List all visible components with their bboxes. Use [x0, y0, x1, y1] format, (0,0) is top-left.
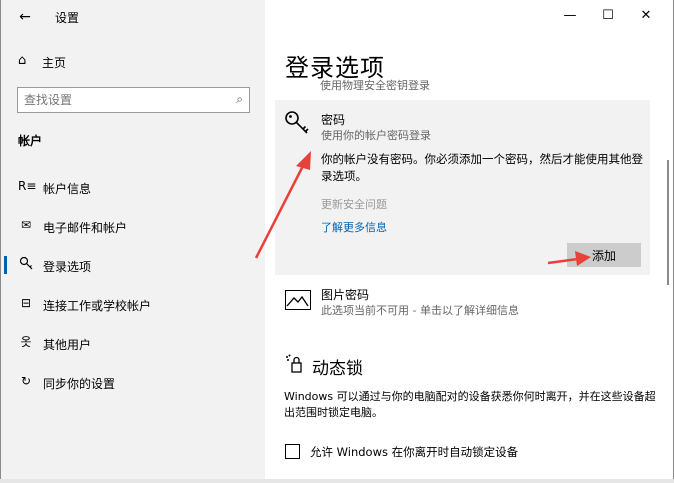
- back-button[interactable]: ←: [13, 6, 37, 28]
- dynamic-lock-description: Windows 可以通过与你的电脑配对的设备获悉你何时离开，并在这些设备超出范围…: [284, 390, 656, 419]
- window-controls: — ☐ ✕: [555, 4, 665, 28]
- picture-password-description: 此选项当前不可用 - 单击以了解详细信息: [321, 304, 519, 317]
- home-icon: ⌂: [18, 53, 27, 68]
- password-title: 密码: [321, 113, 346, 127]
- briefcase-icon: ⊟: [20, 296, 32, 310]
- scrollbar[interactable]: [667, 160, 669, 285]
- sidebar-item-label: 连接工作或学校帐户: [43, 299, 152, 313]
- sidebar-item-work-school[interactable]: ⊟ 连接工作或学校帐户: [1, 289, 265, 319]
- sidebar-item-sync-settings[interactable]: ↻ 同步你的设置: [1, 367, 265, 397]
- picture-icon: [285, 290, 311, 310]
- dynamic-lock-icon: [285, 354, 305, 378]
- search-input[interactable]: [24, 91, 214, 109]
- app-title: 设置: [55, 11, 80, 25]
- auto-lock-checkbox[interactable]: [285, 444, 300, 459]
- sidebar-item-label: 登录选项: [43, 260, 92, 274]
- update-security-questions-link: 更新安全问题: [321, 198, 387, 211]
- auto-lock-checkbox-label[interactable]: 允许 Windows 在你离开时自动锁定设备: [310, 444, 518, 460]
- nav-home[interactable]: ⌂ 主页: [1, 48, 265, 76]
- password-panel[interactable]: 密码 使用你的帐户密码登录 你的帐户没有密码。你必须添加一个密码，然后才能使用其…: [275, 100, 650, 275]
- maximize-button[interactable]: ☐: [593, 4, 623, 28]
- dynamic-lock-title: 动态锁: [312, 359, 363, 379]
- password-description: 使用你的帐户密码登录: [321, 129, 431, 142]
- sidebar-item-label: 其他用户: [43, 338, 92, 352]
- password-warning: 你的帐户没有密码。你必须添加一个密码，然后才能使用其他登录选项。: [321, 152, 643, 183]
- main-content: — ☐ ✕ 登录选项 使用物理安全密钥登录 密码 使用你的帐户密码登录 你的帐户…: [265, 0, 673, 479]
- sync-icon: ↻: [20, 374, 32, 388]
- search-box[interactable]: ⌕: [17, 87, 250, 113]
- minimize-button[interactable]: —: [555, 4, 585, 28]
- window-bottom-edge: [0, 479, 674, 483]
- search-icon[interactable]: ⌕: [236, 92, 243, 107]
- key-icon: [284, 110, 310, 142]
- section-title: 帐户: [18, 134, 43, 148]
- sidebar-item-email-accounts[interactable]: ✉ 电子邮件和帐户: [1, 211, 265, 241]
- sidebar-item-account-info[interactable]: R≡ 帐户信息: [1, 172, 265, 202]
- add-password-button[interactable]: 添加: [567, 243, 641, 267]
- security-key-description: 使用物理安全密钥登录: [320, 79, 430, 92]
- person-card-icon: R≡: [18, 179, 37, 193]
- sidebar-item-label: 电子邮件和帐户: [43, 221, 128, 235]
- picture-password-title[interactable]: 图片密码: [321, 286, 369, 303]
- nav-home-label: 主页: [42, 56, 67, 70]
- sidebar-item-sign-in-options[interactable]: 登录选项: [1, 250, 265, 280]
- sidebar-item-other-users[interactable]: 옷 其他用户: [1, 328, 265, 358]
- sidebar: ← 设置 ⌂ 主页 ⌕ 帐户 R≡ 帐户信息 ✉ 电子邮件和帐户 登录选项 ⊟ …: [1, 0, 265, 479]
- learn-more-link[interactable]: 了解更多信息: [321, 219, 387, 235]
- sidebar-item-label: 同步你的设置: [43, 377, 116, 391]
- sidebar-item-label: 帐户信息: [43, 182, 92, 196]
- mail-icon: ✉: [20, 218, 32, 232]
- key-icon: [18, 256, 34, 272]
- close-button[interactable]: ✕: [631, 4, 661, 28]
- person-add-icon: 옷: [20, 335, 32, 349]
